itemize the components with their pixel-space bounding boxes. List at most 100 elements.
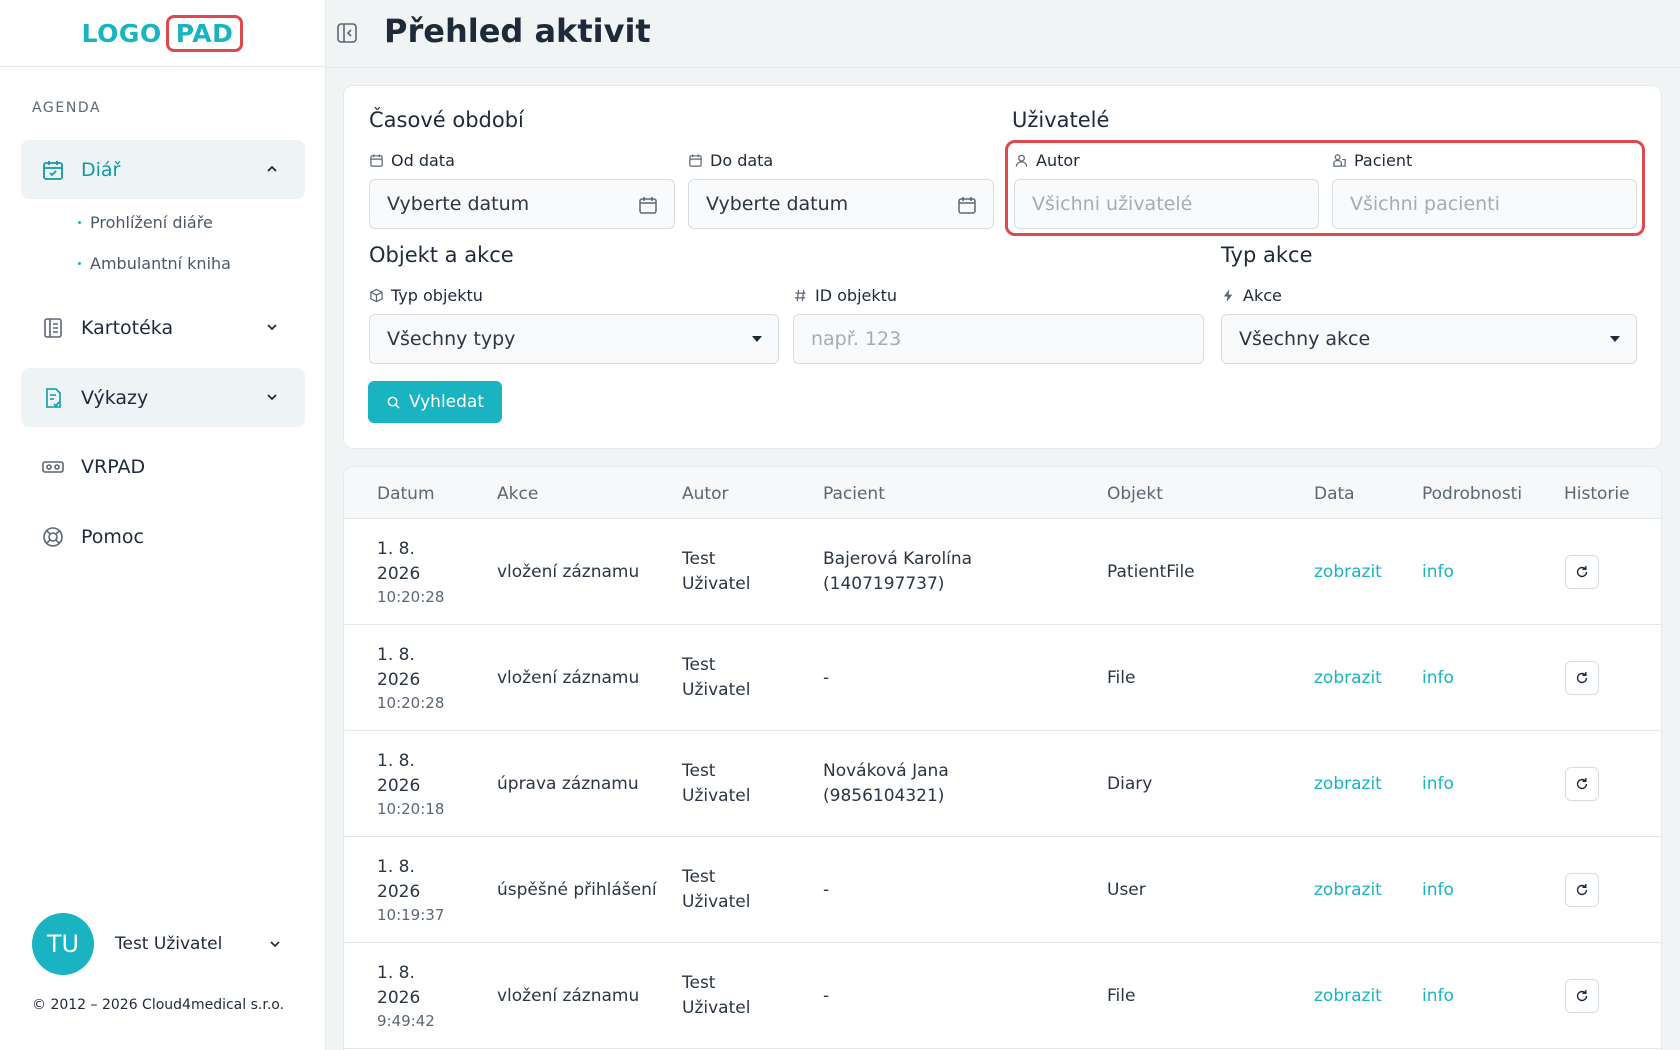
info-link[interactable]: info xyxy=(1422,878,1454,903)
object-type-label-text: Typ objektu xyxy=(391,286,483,305)
show-data-link[interactable]: zobrazit xyxy=(1314,984,1382,1009)
logo[interactable]: LOGO PAD xyxy=(82,14,244,52)
object-id-label: ID objektu xyxy=(793,286,897,305)
logo-badge: PAD xyxy=(165,14,244,52)
cell-data-link[interactable]: zobrazit xyxy=(1314,837,1382,943)
info-link[interactable]: info xyxy=(1422,560,1454,585)
show-data-link[interactable]: zobrazit xyxy=(1314,666,1382,691)
history-button[interactable] xyxy=(1565,661,1599,695)
from-date-input[interactable]: Vyberte datum xyxy=(369,179,675,229)
to-date-value: Vyberte datum xyxy=(706,193,849,215)
date-day: 1. 8. xyxy=(377,539,415,559)
author-last: Uživatel xyxy=(682,574,751,594)
object-id-input[interactable]: např. 123 xyxy=(793,314,1204,364)
sidebar: LOGO PAD AGENDA Diář Prohlížení diáře Am… xyxy=(0,0,326,1050)
author-select[interactable]: Všichni uživatelé xyxy=(1014,179,1319,229)
activity-table: Datum Akce Autor Pacient Objekt Data Pod… xyxy=(343,466,1662,1050)
sidebar-subitem-prohlizeni[interactable]: Prohlížení diáře xyxy=(78,213,213,232)
info-link[interactable]: info xyxy=(1422,772,1454,797)
from-date-label: Od data xyxy=(369,151,455,170)
sidebar-item-kartoteka[interactable]: Kartotéka xyxy=(21,298,305,357)
cell-details-link[interactable]: info xyxy=(1422,519,1454,625)
search-button-label: Vyhledat xyxy=(408,392,485,412)
table-row: 1. 8. 2026 10:19:37 úspěšné přihlášení T… xyxy=(344,837,1661,943)
history-button[interactable] xyxy=(1565,555,1599,589)
cell-details-link[interactable]: info xyxy=(1422,943,1454,1049)
cell-action: vložení záznamu xyxy=(497,625,657,731)
sidebar-item-diar[interactable]: Diář xyxy=(21,140,305,199)
sidebar-item-label: Diář xyxy=(81,158,121,181)
chevron-up-icon xyxy=(267,165,277,172)
object-type-select[interactable]: Všechny typy xyxy=(369,314,779,364)
user-name: Test Uživatel xyxy=(115,934,223,954)
cell-data-link[interactable]: zobrazit xyxy=(1314,731,1382,837)
cell-date: 1. 8. 2026 10:20:28 xyxy=(377,537,444,607)
search-button[interactable]: Vyhledat xyxy=(368,381,502,423)
cube-icon xyxy=(370,288,383,303)
sidebar-toggle-icon[interactable] xyxy=(336,22,358,44)
lifebuoy-icon xyxy=(41,525,65,549)
sidebar-item-label: Pomoc xyxy=(81,525,144,548)
history-button[interactable] xyxy=(1565,873,1599,907)
info-link[interactable]: info xyxy=(1422,984,1454,1009)
sidebar-subitem-ambulantni[interactable]: Ambulantní kniha xyxy=(78,254,231,273)
patient-select[interactable]: Všichni pacienti xyxy=(1332,179,1637,229)
object-text: File xyxy=(1107,985,1136,1006)
sidebar-subitem-label: Ambulantní kniha xyxy=(90,254,231,273)
cell-patient: - xyxy=(823,943,829,1049)
action-select[interactable]: Všechny akce xyxy=(1221,314,1637,364)
action-text: vložení záznamu xyxy=(497,667,640,688)
refresh-icon xyxy=(1576,672,1588,684)
cell-details-link[interactable]: info xyxy=(1422,625,1454,731)
action-label: Akce xyxy=(1221,286,1282,305)
action-text: vložení záznamu xyxy=(497,561,640,582)
user-menu[interactable]: TU Test Uživatel xyxy=(32,913,292,975)
show-data-link[interactable]: zobrazit xyxy=(1314,560,1382,585)
patient-name: Bajerová Karolína xyxy=(823,549,973,569)
action-value: Všechny akce xyxy=(1239,328,1371,350)
to-date-input[interactable]: Vyberte datum xyxy=(688,179,994,229)
sidebar-item-pomoc[interactable]: Pomoc xyxy=(21,507,305,566)
patient-placeholder: Všichni pacienti xyxy=(1350,193,1500,215)
to-date-label: Do data xyxy=(688,151,773,170)
calendar-icon xyxy=(689,154,702,167)
cell-date: 1. 8. 2026 9:49:42 xyxy=(377,961,435,1031)
sidebar-subitem-label: Prohlížení diáře xyxy=(90,213,213,232)
author-first: Test xyxy=(682,973,716,993)
cell-details-link[interactable]: info xyxy=(1422,731,1454,837)
show-data-link[interactable]: zobrazit xyxy=(1314,772,1382,797)
report-icon xyxy=(41,386,65,410)
refresh-icon xyxy=(1576,884,1588,896)
cell-data-link[interactable]: zobrazit xyxy=(1314,625,1382,731)
info-link[interactable]: info xyxy=(1422,666,1454,691)
history-button[interactable] xyxy=(1565,979,1599,1013)
date-time: 10:20:18 xyxy=(377,800,445,818)
show-data-link[interactable]: zobrazit xyxy=(1314,878,1382,903)
date-time: 10:19:37 xyxy=(377,906,445,924)
sidebar-item-vrpad[interactable]: VRPAD xyxy=(21,437,305,496)
group-title-period: Časové období xyxy=(369,108,524,132)
cell-date: 1. 8. 2026 10:20:18 xyxy=(377,749,444,819)
cell-data-link[interactable]: zobrazit xyxy=(1314,519,1382,625)
cell-data-link[interactable]: zobrazit xyxy=(1314,943,1382,1049)
cell-object: PatientFile xyxy=(1107,519,1195,625)
date-time: 10:20:28 xyxy=(377,694,445,712)
column-header-objekt: Objekt xyxy=(1107,484,1163,504)
cell-details-link[interactable]: info xyxy=(1422,837,1454,943)
search-icon xyxy=(387,396,400,409)
date-day: 1. 8. xyxy=(377,963,415,983)
object-text: File xyxy=(1107,667,1136,688)
cell-author: Test Uživatel xyxy=(682,837,750,943)
copyright: © 2012 – 2026 Cloud4medical s.r.o. xyxy=(32,997,285,1013)
history-button[interactable] xyxy=(1565,767,1599,801)
sidebar-item-vykazy[interactable]: Výkazy xyxy=(21,368,305,427)
cell-action: vložení záznamu xyxy=(497,519,657,625)
cell-author: Test Uživatel xyxy=(682,943,750,1049)
object-id-label-text: ID objektu xyxy=(815,286,898,305)
filter-panel: Časové období Od data Vyberte datum Do d… xyxy=(343,85,1662,449)
sidebar-item-label: Výkazy xyxy=(81,386,149,409)
calendar-check-icon xyxy=(41,158,65,182)
column-header-historie: Historie xyxy=(1564,484,1630,504)
cell-object: File xyxy=(1107,943,1135,1049)
object-id-placeholder: např. 123 xyxy=(811,328,902,350)
